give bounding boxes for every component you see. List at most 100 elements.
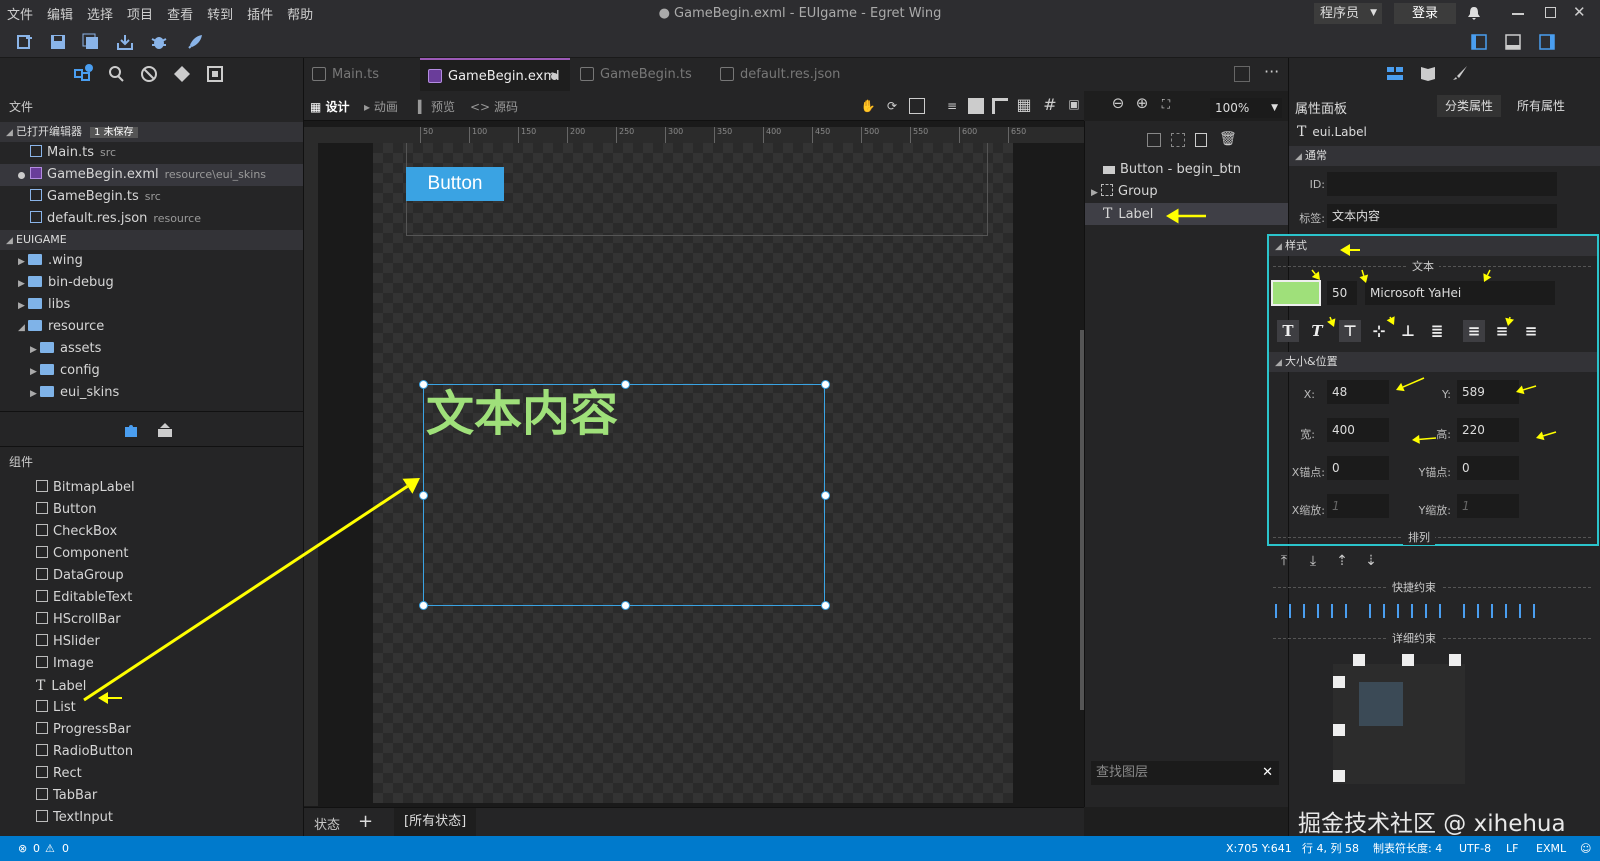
unsaved-dot-icon[interactable] (551, 73, 558, 80)
general-section-header[interactable]: ◢ 通常 (1289, 146, 1600, 166)
justify-icon[interactable]: ≣ (1426, 320, 1448, 342)
line-ending[interactable]: LF (1506, 836, 1518, 861)
resize-handle[interactable] (621, 601, 630, 610)
constraint-7-icon[interactable] (1463, 604, 1479, 618)
tab-default-res-json[interactable]: default.res.json (712, 58, 856, 91)
component-item[interactable]: CheckBox (0, 521, 303, 543)
layout-left-icon[interactable] (1470, 33, 1490, 53)
tree-folder[interactable]: ▶ eui_skins (0, 382, 303, 404)
layer-item[interactable]: ▶ Group (1085, 181, 1288, 203)
width-input[interactable]: 400 (1327, 418, 1389, 442)
save-all-icon[interactable] (82, 33, 102, 53)
constraint-checkbox[interactable] (1449, 654, 1461, 666)
tab-gamebegin-ts[interactable]: GameBegin.ts (572, 58, 710, 91)
tag-input[interactable]: 文本内容 (1327, 204, 1557, 228)
anchor-y-input[interactable]: 0 (1457, 456, 1519, 480)
bring-to-front-icon[interactable]: ⤒ (1275, 552, 1293, 570)
line-column[interactable]: 行 4, 列 58 (1302, 836, 1359, 861)
search-icon[interactable] (106, 64, 126, 84)
align-left-icon[interactable]: ≡ (1463, 320, 1485, 342)
send-backward-icon[interactable]: ⇣ (1362, 552, 1380, 570)
component-item[interactable]: EditableText (0, 587, 303, 609)
debug-panel-icon[interactable] (139, 64, 159, 84)
properties-tab-icon[interactable] (1385, 64, 1405, 84)
preview-mode-button[interactable]: ▍ 预览 (418, 98, 455, 115)
login-button[interactable]: 登录 (1394, 3, 1456, 24)
component-item[interactable]: DataGroup (0, 565, 303, 587)
project-header[interactable]: ◢ EUIGAME (0, 230, 303, 250)
tree-folder[interactable]: ◢ resource (0, 316, 303, 338)
italic-icon[interactable]: T (1306, 320, 1328, 342)
component-item[interactable]: Component (0, 543, 303, 565)
menu-plugins[interactable]: 插件 (240, 4, 280, 23)
component-item[interactable]: Image (0, 653, 303, 675)
constraint-5-icon[interactable] (1397, 604, 1413, 618)
component-item[interactable]: Button (0, 499, 303, 521)
puzzle-icon[interactable] (122, 421, 140, 439)
image-icon[interactable]: ▣ (1066, 96, 1082, 112)
component-item[interactable]: T Label (0, 675, 303, 697)
constraint-8-icon[interactable] (1491, 604, 1507, 618)
style-section-header[interactable]: ◢ 样式 (1269, 236, 1597, 256)
tree-folder[interactable]: ▶ .wing (0, 250, 303, 272)
tree-folder[interactable]: ▶ bin-debug (0, 272, 303, 294)
y-input[interactable]: 589 (1457, 380, 1519, 404)
component-item[interactable]: Rect (0, 763, 303, 785)
font-size-input[interactable]: 50 (1327, 281, 1357, 305)
resize-handle[interactable] (419, 380, 428, 389)
grid-icon[interactable]: ▦ (1016, 95, 1032, 114)
open-editors-header[interactable]: ◢ 已打开编辑器 1 未保存 (0, 122, 303, 142)
category-properties-button[interactable]: 分类属性 (1437, 95, 1502, 117)
anchor-x-input[interactable]: 0 (1327, 456, 1389, 480)
bring-forward-icon[interactable]: ⇡ (1333, 552, 1351, 570)
tree-folder[interactable]: ▶ config (0, 360, 303, 382)
constraint-checkbox[interactable] (1333, 724, 1345, 736)
clear-icon[interactable]: ✕ (1262, 761, 1273, 785)
menu-edit[interactable]: 编辑 (40, 4, 80, 23)
constraint-3-icon[interactable] (1331, 604, 1347, 618)
rocket-icon[interactable] (186, 33, 206, 53)
refresh-icon[interactable]: ⟳ (884, 98, 900, 114)
git-icon[interactable] (172, 64, 192, 84)
component-item[interactable]: ProgressBar (0, 719, 303, 741)
save-icon[interactable] (49, 33, 69, 53)
layer-item[interactable]: Button - begin_btn (1085, 159, 1288, 181)
resize-handle[interactable] (821, 491, 830, 500)
constraint-checkbox[interactable] (1333, 676, 1345, 688)
design-mode-button[interactable]: ▦ 设计 (310, 98, 350, 115)
canvas-button[interactable]: Button (406, 167, 504, 201)
add-state-icon[interactable]: + (358, 811, 373, 832)
constraint-1-icon[interactable] (1275, 604, 1291, 618)
resize-handle[interactable] (821, 601, 830, 610)
split-editor-icon[interactable] (1234, 66, 1250, 82)
font-family-input[interactable]: Microsoft YaHei (1365, 281, 1555, 305)
size-position-section-header[interactable]: ◢ 大小&位置 (1269, 352, 1597, 372)
scale-x-input[interactable]: 1 (1327, 494, 1389, 518)
constraint-6-icon[interactable] (1425, 604, 1441, 618)
text-color-swatch[interactable] (1271, 280, 1321, 306)
constraint-4-icon[interactable] (1369, 604, 1385, 618)
constraint-checkbox[interactable] (1402, 654, 1414, 666)
debug-icon[interactable] (150, 33, 170, 53)
constraint-checkbox[interactable] (1333, 770, 1345, 782)
warning-count[interactable]: 0 (62, 836, 69, 861)
open-file-item[interactable]: GameBegin.exml resource\eui_skins (0, 164, 303, 186)
align-right-icon[interactable]: ≡ (1520, 320, 1542, 342)
align-middle-icon[interactable]: ⊹ (1368, 320, 1390, 342)
layout-bottom-icon[interactable] (1504, 33, 1524, 53)
menu-view[interactable]: 查看 (160, 4, 200, 23)
menu-select[interactable]: 选择 (80, 4, 120, 23)
fit-icon[interactable] (909, 98, 925, 114)
explorer-icon[interactable] (73, 64, 93, 84)
new-project-icon[interactable] (16, 33, 36, 53)
component-item[interactable]: HScrollBar (0, 609, 303, 631)
maximize-icon[interactable] (1545, 7, 1556, 18)
zoom-in-icon[interactable]: ⊕ (1134, 94, 1150, 112)
open-file-item[interactable]: default.res.json resource (0, 208, 303, 230)
align-top-icon[interactable]: ⊤ (1339, 320, 1361, 342)
menu-file[interactable]: 文件 (0, 4, 40, 23)
fit-screen-icon[interactable]: ⛶ (1158, 96, 1174, 112)
publish-icon[interactable] (116, 33, 136, 53)
copy-layer-icon[interactable] (1195, 133, 1207, 147)
role-select[interactable]: 程序员 ▼ (1314, 3, 1382, 24)
